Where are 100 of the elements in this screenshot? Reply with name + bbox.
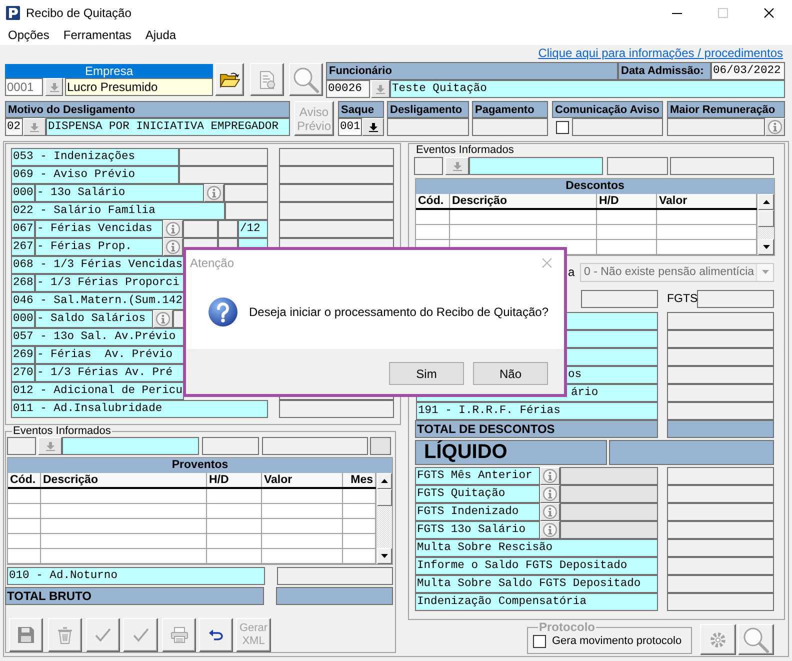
column-header: Cód. [8,473,41,487]
company-field[interactable]: Lucro Presumido [65,78,213,96]
info-button[interactable] [204,184,224,202]
dialog-button[interactable]: Sim [389,362,464,385]
menu-item[interactable]: Ferramentas [56,26,138,45]
input-field[interactable] [370,437,391,455]
open-button[interactable] [215,63,244,96]
dialog-message: Deseja iniciar o processamento do Recibo de Quitação? [249,305,549,319]
input-field[interactable] [560,503,658,521]
menu-item[interactable]: Ajuda [138,26,184,45]
input-field[interactable] [414,157,443,175]
total-field[interactable] [667,420,774,438]
column-header: H/D [207,473,262,487]
folder-icon [220,72,240,88]
input-field[interactable] [472,118,548,136]
input-field[interactable] [667,366,774,384]
info-button[interactable] [163,238,183,256]
info-button[interactable] [540,503,560,521]
description-field[interactable] [62,437,199,455]
input-field[interactable] [667,485,774,503]
input-field[interactable] [183,220,218,238]
input-field[interactable] [224,184,268,202]
code-field[interactable]: 02 [5,118,23,136]
checkbox[interactable] [556,120,568,134]
input-field[interactable] [560,521,658,539]
input-field[interactable] [279,148,394,166]
input-field[interactable] [667,503,774,521]
event-label: Multa Sobre Saldo FGTS Depositado [415,575,658,593]
document-icon [258,70,276,88]
input-field[interactable] [277,567,393,585]
info-button[interactable] [765,118,785,136]
code-field[interactable]: 0001 [5,78,43,96]
input-field[interactable] [202,437,259,455]
maximize-icon [718,8,728,18]
input-field[interactable] [560,485,658,503]
input-field[interactable] [607,157,668,175]
input-field[interactable] [667,521,774,539]
code-field[interactable]: 001 [338,118,362,136]
info-button[interactable] [163,220,183,238]
total-field[interactable] [276,587,393,605]
input-field[interactable] [279,166,394,184]
input-field[interactable] [670,157,774,175]
input-field[interactable] [667,118,765,136]
input-field[interactable] [667,330,774,348]
check-icon [95,628,111,642]
info-button[interactable] [540,485,560,503]
event-label: - 1/3 Férias Av. Pré [35,364,184,382]
input-field[interactable] [667,557,774,575]
input-field[interactable] [387,118,469,136]
undo-button[interactable] [199,618,233,652]
input-field[interactable] [667,539,774,557]
checkbox-label: Gera movimento protocolo [552,635,682,647]
code-field[interactable]: 00026 [326,80,370,98]
input-field[interactable] [279,220,394,238]
date-field[interactable]: 06/03/2022 [711,62,785,80]
window-title: Recibo de Quitação [26,6,132,20]
input-field[interactable] [279,184,394,202]
info-icon [768,120,782,134]
employee-field[interactable]: Teste Quitação [390,80,785,98]
info-icon [543,505,557,519]
input-field[interactable] [560,467,658,485]
scroll-up-button[interactable] [758,194,774,210]
input-field[interactable] [279,202,394,220]
dropdown-button[interactable] [362,118,384,136]
input-field[interactable] [7,437,36,455]
table-title: Proventos [8,458,392,473]
dialog-button[interactable]: Não [473,362,548,385]
search-icon [293,66,319,92]
scroll-down-button[interactable] [758,239,774,255]
input-field[interactable] [667,593,774,611]
input-field[interactable] [667,348,774,366]
info-button[interactable] [540,521,560,539]
input-field[interactable] [581,290,658,308]
scroll-down-button[interactable] [377,548,392,564]
total-field[interactable] [609,440,774,465]
description-field[interactable] [469,157,603,175]
info-button[interactable] [540,467,560,485]
column-header: Valor [262,473,343,487]
menu-item[interactable]: Opções [1,26,56,45]
input-field[interactable] [667,575,774,593]
input-field[interactable] [667,467,774,485]
input-field[interactable] [667,312,774,330]
input-field[interactable] [179,166,268,184]
scroll-up-button[interactable] [377,473,392,489]
reason-field[interactable]: DISPENSA POR INICIATIVA EMPREGADOR [46,118,290,136]
help-link[interactable]: Clique aqui para informações / procedimentos [538,45,783,61]
scroll-thumb[interactable] [377,489,392,506]
input-field[interactable] [225,202,268,220]
input-field[interactable] [218,220,238,238]
scroll-thumb[interactable] [758,210,774,227]
input-field[interactable] [179,148,268,166]
input-field[interactable] [279,400,394,418]
info-button[interactable] [153,310,173,328]
input-field[interactable] [262,437,368,455]
input-field[interactable] [572,118,663,136]
input-field[interactable] [667,384,774,402]
input-field[interactable] [697,290,774,308]
event-code: 000 [11,310,35,328]
close-icon [542,258,552,268]
input-field[interactable] [667,402,774,420]
